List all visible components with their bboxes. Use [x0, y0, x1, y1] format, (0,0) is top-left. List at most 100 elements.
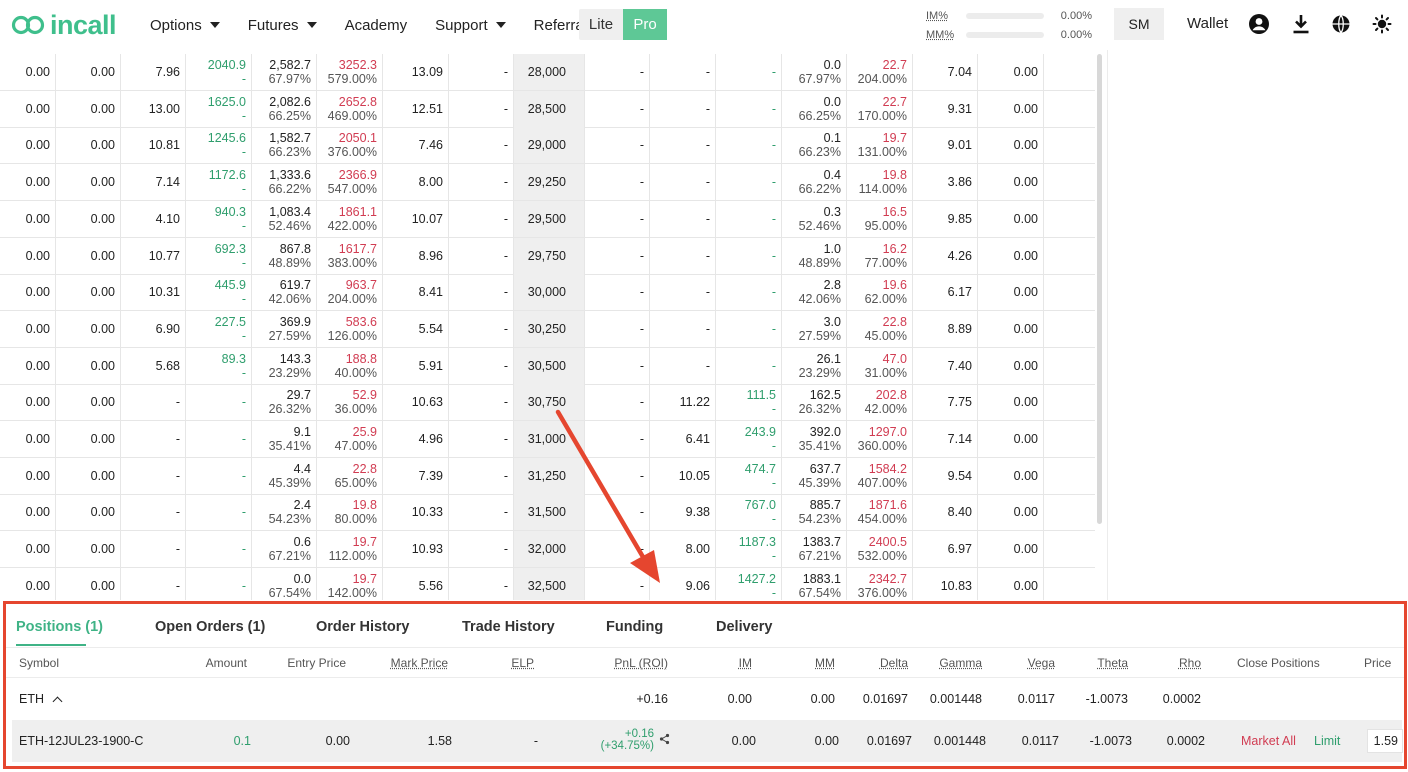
chain-row[interactable]: 0.00 0.00- -9.1 35.41% 25.9 47.00% 4.96-31,000…: [0, 421, 1095, 458]
strike-price-cell[interactable]: 32,000: [514, 531, 585, 568]
strike-price-cell[interactable]: 28,000: [514, 54, 585, 90]
put-bid-cell[interactable]: -: [716, 164, 782, 201]
limit-button[interactable]: Limit: [1314, 734, 1340, 748]
share-icon[interactable]: [659, 733, 670, 748]
put-bid-cell[interactable]: -: [716, 54, 782, 90]
call-bid-cell[interactable]: -: [186, 384, 252, 421]
tab-positions[interactable]: Positions (1): [16, 619, 103, 635]
call-ask-cell[interactable]: 19.7 142.00%: [317, 567, 383, 600]
chain-row[interactable]: 0.00 0.00 10.31 445.9-619.7 42.06% 963.7 204.0…: [0, 274, 1095, 312]
user-button[interactable]: SM: [1114, 8, 1164, 40]
put-bid-cell[interactable]: -: [716, 310, 782, 347]
chain-row[interactable]: 0.00 0.00- -4.4 45.39% 22.8 65.00% 7.39-31,250…: [0, 457, 1095, 495]
call-ask-cell[interactable]: 25.9 47.00%: [317, 421, 383, 457]
position-row[interactable]: ETH-12JUL23-1900-C 0.1 0.00 1.58 - +0.16…: [12, 720, 1403, 762]
chain-row[interactable]: 0.00 0.00- -2.4 54.23% 19.8 80.00% 10.33-31,50…: [0, 494, 1095, 532]
nav-support[interactable]: Support: [435, 17, 506, 34]
call-ask-cell[interactable]: 1861.1 422.00%: [317, 200, 383, 237]
call-bid-cell[interactable]: -: [186, 531, 252, 568]
tab-open-orders[interactable]: Open Orders (1): [155, 619, 265, 635]
put-bid-cell[interactable]: 243.9-: [716, 421, 782, 457]
col-elp[interactable]: ELP: [511, 656, 534, 670]
put-bid-cell[interactable]: -: [716, 274, 782, 311]
col-pnl-roi[interactable]: PnL (ROI): [614, 656, 668, 670]
mode-lite-button[interactable]: Lite: [579, 9, 623, 40]
call-bid-cell[interactable]: 227.5-: [186, 310, 252, 347]
call-ask-cell[interactable]: 583.6 126.00%: [317, 310, 383, 347]
wallet-link[interactable]: Wallet: [1187, 15, 1228, 32]
mm-label[interactable]: MM%: [926, 29, 962, 41]
globe-icon[interactable]: [1330, 13, 1352, 35]
col-vega[interactable]: Vega: [1028, 656, 1055, 670]
put-bid-cell[interactable]: -: [716, 237, 782, 274]
limit-price-input[interactable]: [1367, 729, 1403, 753]
call-bid-cell[interactable]: -: [186, 567, 252, 600]
call-ask-cell[interactable]: 19.8 80.00%: [317, 494, 383, 531]
strike-price-cell[interactable]: 32,500: [514, 567, 585, 600]
call-bid-cell[interactable]: 2040.9-: [186, 54, 252, 90]
put-ask-cell[interactable]: 16.2 77.00%: [847, 237, 913, 274]
put-ask-cell[interactable]: 19.8 114.00%: [847, 164, 913, 201]
put-bid-cell[interactable]: 111.5-: [716, 384, 782, 421]
call-ask-cell[interactable]: 1617.7 383.00%: [317, 237, 383, 274]
put-ask-cell[interactable]: 1871.6 454.00%: [847, 494, 913, 531]
put-bid-cell[interactable]: 1187.3-: [716, 531, 782, 568]
chain-row[interactable]: 0.00 0.00 4.10 940.3-1,083.4 52.46% 1861.1 422…: [0, 200, 1095, 238]
strike-price-cell[interactable]: 29,500: [514, 200, 585, 237]
tab-delivery[interactable]: Delivery: [716, 619, 772, 635]
chain-row[interactable]: 0.00 0.00 5.68 89.3-143.3 23.29% 188.8 40.00% 5…: [0, 347, 1095, 385]
call-bid-cell[interactable]: -: [186, 421, 252, 457]
call-ask-cell[interactable]: 19.7 112.00%: [317, 531, 383, 568]
theme-sun-icon[interactable]: [1371, 13, 1393, 35]
col-rho[interactable]: Rho: [1179, 656, 1201, 670]
put-ask-cell[interactable]: 16.5 95.00%: [847, 200, 913, 237]
strike-price-cell[interactable]: 31,250: [514, 457, 585, 494]
call-bid-cell[interactable]: -: [186, 457, 252, 494]
chain-row[interactable]: 0.00 0.00 7.96 2040.9-2,582.7 67.97% 3252.3 57…: [0, 54, 1095, 91]
strike-price-cell[interactable]: 29,750: [514, 237, 585, 274]
im-label[interactable]: IM%: [926, 10, 962, 22]
chain-scrollbar[interactable]: [1097, 54, 1102, 524]
strike-price-cell[interactable]: 28,500: [514, 90, 585, 127]
col-mm[interactable]: MM: [815, 656, 835, 670]
col-im[interactable]: IM: [739, 656, 752, 670]
call-ask-cell[interactable]: 22.8 65.00%: [317, 457, 383, 494]
col-gamma[interactable]: Gamma: [939, 656, 982, 670]
strike-price-cell[interactable]: 30,500: [514, 347, 585, 384]
put-bid-cell[interactable]: -: [716, 347, 782, 384]
put-ask-cell[interactable]: 1584.2 407.00%: [847, 457, 913, 494]
put-ask-cell[interactable]: 22.7 204.00%: [847, 54, 913, 90]
put-bid-cell[interactable]: -: [716, 200, 782, 237]
strike-price-cell[interactable]: 30,250: [514, 310, 585, 347]
chain-row[interactable]: 0.00 0.00- -0.6 67.21% 19.7 112.00% 10.93-32,0…: [0, 531, 1095, 569]
put-bid-cell[interactable]: 1427.2-: [716, 567, 782, 600]
position-group-row[interactable]: ETH +0.16 0.00 0.00 0.01697 0.001448 0.0…: [6, 678, 1404, 720]
put-ask-cell[interactable]: 47.0 31.00%: [847, 347, 913, 384]
strike-price-cell[interactable]: 29,250: [514, 164, 585, 201]
col-delta[interactable]: Delta: [880, 656, 908, 670]
chain-row[interactable]: 0.00 0.00- -29.7 26.32% 52.9 36.00% 10.63-30,7…: [0, 384, 1095, 422]
call-bid-cell[interactable]: -: [186, 494, 252, 531]
mode-pro-button[interactable]: Pro: [623, 9, 667, 40]
col-theta[interactable]: Theta: [1097, 656, 1128, 670]
chain-row[interactable]: 0.00 0.00 10.81 1245.6-1,582.7 66.23% 2050.1 3…: [0, 127, 1095, 165]
chain-row[interactable]: 0.00 0.00 10.77 692.3-867.8 48.89% 1617.7 383.…: [0, 237, 1095, 275]
put-bid-cell[interactable]: 474.7-: [716, 457, 782, 494]
put-ask-cell[interactable]: 19.7 131.00%: [847, 127, 913, 164]
call-ask-cell[interactable]: 2652.8 469.00%: [317, 90, 383, 127]
tab-trade-history[interactable]: Trade History: [462, 619, 555, 635]
tab-funding[interactable]: Funding: [606, 619, 663, 635]
strike-price-cell[interactable]: 30,000: [514, 274, 585, 311]
call-bid-cell[interactable]: 940.3-: [186, 200, 252, 237]
call-ask-cell[interactable]: 3252.3 579.00%: [317, 54, 383, 90]
put-ask-cell[interactable]: 202.8 42.00%: [847, 384, 913, 421]
nav-options[interactable]: Options: [150, 17, 220, 34]
put-ask-cell[interactable]: 1297.0 360.00%: [847, 421, 913, 457]
chain-row[interactable]: 0.00 0.00 7.14 1172.6-1,333.6 66.22% 2366.9 54…: [0, 164, 1095, 202]
market-all-button[interactable]: Market All: [1241, 734, 1296, 748]
put-bid-cell[interactable]: -: [716, 127, 782, 164]
put-ask-cell[interactable]: 19.6 62.00%: [847, 274, 913, 311]
col-mark-price[interactable]: Mark Price: [391, 656, 448, 670]
strike-price-cell[interactable]: 31,500: [514, 494, 585, 531]
call-bid-cell[interactable]: 692.3-: [186, 237, 252, 274]
